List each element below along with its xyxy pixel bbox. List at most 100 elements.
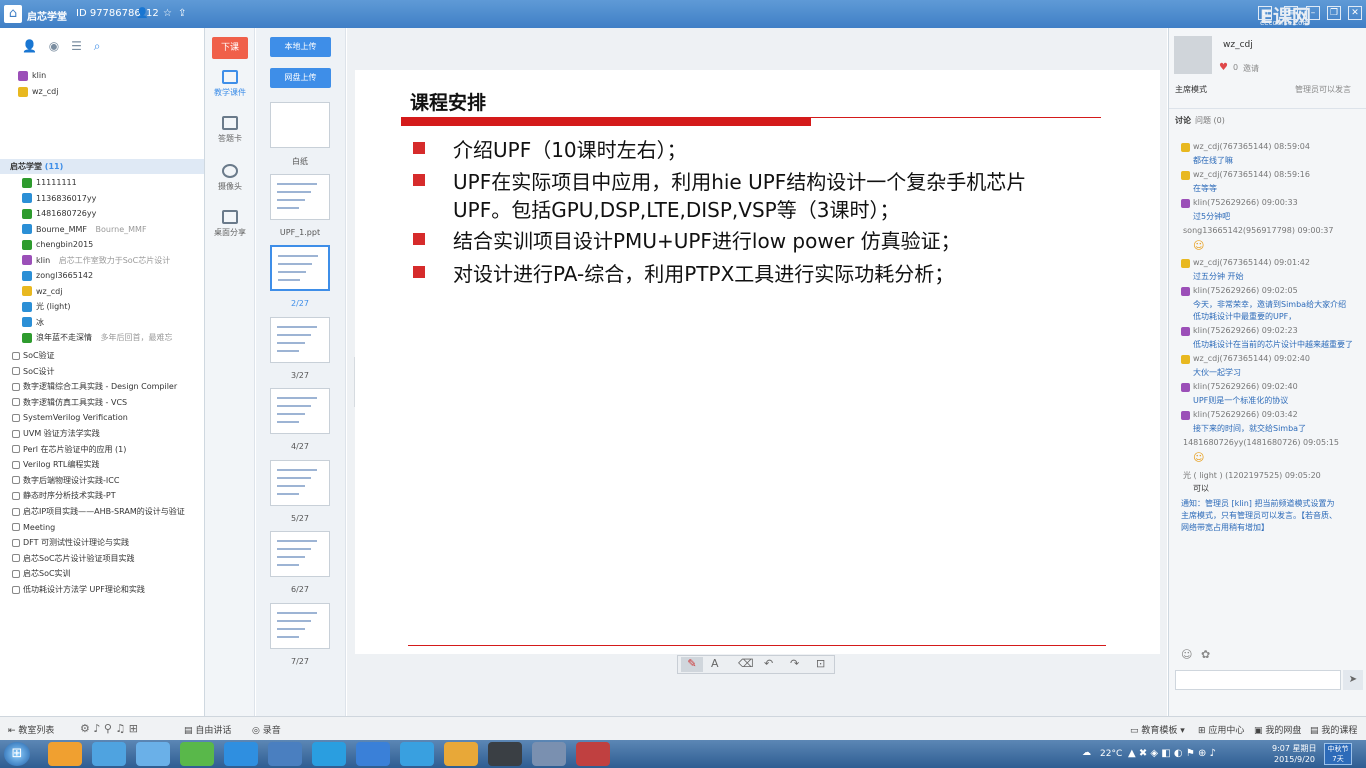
- member-row[interactable]: 11111111: [0, 175, 204, 190]
- slide-thumbnail[interactable]: [270, 316, 330, 363]
- channel-item[interactable]: DFT 可测试性设计理论与实践: [0, 535, 204, 550]
- local-upload-button[interactable]: 本地上传: [270, 37, 331, 57]
- channel-item[interactable]: 数字后端物理设计实践-ICC: [0, 473, 204, 488]
- emoji-icon[interactable]: ☺: [1181, 648, 1192, 661]
- heart-icon[interactable]: ♥: [1219, 62, 1228, 73]
- message-header: klin(752629266) 09:02:05: [1193, 286, 1298, 295]
- list-icon[interactable]: ☰: [71, 39, 82, 53]
- slide-thumbnail[interactable]: [270, 388, 330, 434]
- channel-item[interactable]: 数字逻辑综合工具实践 - Design Compiler: [0, 379, 204, 394]
- slide-thumbnail[interactable]: [270, 602, 330, 649]
- restore-icon[interactable]: ❐: [1327, 6, 1341, 20]
- member-row[interactable]: 冰: [0, 315, 204, 330]
- desktop-share-tool[interactable]: 桌面分享: [205, 210, 255, 238]
- netdisk-button[interactable]: ▣ 我的网盘: [1254, 723, 1301, 736]
- slide-thumbnail[interactable]: [270, 173, 330, 220]
- member-row[interactable]: klin 启芯工作室致力于SoC芯片设计: [0, 253, 204, 268]
- calendar-badge[interactable]: 中秋节 7天: [1324, 743, 1352, 765]
- app-center-button[interactable]: ⊞ 应用中心: [1198, 723, 1244, 736]
- member-row[interactable]: zongl3665142: [0, 268, 204, 283]
- mode-select[interactable]: 主席模式: [1175, 84, 1207, 95]
- slide-thumbnail[interactable]: [270, 102, 330, 148]
- flower-icon[interactable]: ✿: [1201, 648, 1210, 661]
- tab-question[interactable]: 问题 (0): [1195, 115, 1225, 126]
- menu-icon[interactable]: ≡: [1284, 6, 1298, 20]
- free-speech-button[interactable]: ▤ 自由讲话: [184, 723, 231, 736]
- app-icon[interactable]: [576, 742, 610, 766]
- app-icon[interactable]: [488, 742, 522, 766]
- app-icon[interactable]: [444, 742, 478, 766]
- send-icon[interactable]: ➤: [1343, 670, 1363, 690]
- channel-item[interactable]: 启芯SoC实训: [0, 566, 204, 581]
- avatar[interactable]: [1174, 36, 1212, 74]
- channel-item[interactable]: UVM 验证方法学实践: [0, 426, 204, 441]
- eraser-icon[interactable]: ⌫: [738, 657, 754, 670]
- home-icon[interactable]: ⌂: [4, 5, 22, 23]
- channel-item[interactable]: SoC验证: [0, 348, 204, 363]
- channel-item[interactable]: Perl 在芯片验证中的应用 (1): [0, 442, 204, 457]
- text-icon[interactable]: A: [711, 657, 719, 670]
- tab-discuss[interactable]: 讨论: [1175, 115, 1191, 126]
- record-button[interactable]: ◎ 录音: [252, 723, 281, 736]
- room-list-button[interactable]: ⇤ 教室列表: [8, 723, 54, 736]
- audio-controls[interactable]: ⚙ ♪ ⚲ ♫ ⊞: [80, 722, 138, 735]
- app-icon[interactable]: [400, 742, 434, 766]
- location-icon[interactable]: ◉: [49, 39, 59, 53]
- member-row[interactable]: 1481680726yy: [0, 206, 204, 221]
- channel-item[interactable]: 启芯SoC芯片设计验证项目实践: [0, 551, 204, 566]
- my-course-button[interactable]: ▤ 我的课程: [1310, 723, 1357, 736]
- app-icon[interactable]: [356, 742, 390, 766]
- share-icon[interactable]: ⇪: [178, 8, 186, 19]
- redo-icon[interactable]: ↷: [790, 657, 799, 670]
- channel-item[interactable]: 静态时序分析技术实践-PT: [0, 488, 204, 503]
- weather-icon[interactable]: ☁: [1082, 748, 1091, 758]
- channel-item[interactable]: 数字逻辑仿真工具实践 - VCS: [0, 395, 204, 410]
- top-user-row[interactable]: wz_cdj: [0, 84, 204, 99]
- member-row[interactable]: wz_cdj: [0, 284, 204, 299]
- undo-icon[interactable]: ↶: [764, 657, 773, 670]
- app-icon[interactable]: [92, 742, 126, 766]
- user-icon[interactable]: 👤: [22, 39, 37, 53]
- close-icon[interactable]: ✕: [1348, 6, 1362, 20]
- app-icon[interactable]: [180, 742, 214, 766]
- top-user-row[interactable]: klin: [0, 68, 204, 83]
- template-button[interactable]: ▭ 教育模板 ▾: [1130, 723, 1185, 736]
- skin-icon[interactable]: ▫: [1258, 6, 1272, 20]
- channel-item[interactable]: Verilog RTL编程实践: [0, 457, 204, 472]
- app-icon[interactable]: [136, 742, 170, 766]
- pen-icon[interactable]: ✎: [681, 657, 703, 672]
- app-icon[interactable]: [312, 742, 346, 766]
- member-row[interactable]: Bourne_MMF Bourne_MMF: [0, 222, 204, 237]
- answer-card-tool[interactable]: 答题卡: [205, 116, 255, 144]
- member-row[interactable]: 1136836017yy: [0, 191, 204, 206]
- channel-item[interactable]: 低功耗设计方法学 UPF理论和实践: [0, 582, 204, 597]
- slide-thumbnail[interactable]: [270, 459, 330, 506]
- channel-root[interactable]: 启芯学堂 (11): [0, 159, 204, 174]
- camera-tool[interactable]: 摄像头: [205, 164, 255, 192]
- slide-thumbnail[interactable]: [270, 531, 330, 577]
- star-icon[interactable]: ☆: [163, 8, 172, 19]
- chat-input[interactable]: [1175, 670, 1341, 690]
- app-icon[interactable]: [532, 742, 566, 766]
- search-icon[interactable]: ⌕: [94, 39, 101, 53]
- invite-link[interactable]: 邀请: [1243, 63, 1259, 74]
- app-icon[interactable]: [48, 742, 82, 766]
- slide-thumbnail[interactable]: [270, 245, 330, 291]
- channel-item[interactable]: Meeting: [0, 520, 204, 535]
- member-row[interactable]: 光 (light): [0, 299, 204, 314]
- channel-item[interactable]: 启芯IP项目实践——AHB-SRAM的设计与验证: [0, 504, 204, 519]
- lock-icon[interactable]: ⊡: [816, 657, 825, 670]
- start-icon[interactable]: ⊞: [4, 742, 30, 766]
- member-row[interactable]: 浪年蓝不走深情 多年后回首，最难忘: [0, 330, 204, 345]
- netdisk-upload-button[interactable]: 网盘上传: [270, 68, 331, 88]
- member-row[interactable]: chengbin2015: [0, 237, 204, 252]
- tray-icons[interactable]: ▲ ✖ ◈ ◧ ◐ ⚑ ⊕ ♪: [1128, 748, 1216, 759]
- courseware-tool[interactable]: 教学课件: [205, 70, 255, 98]
- ie-icon[interactable]: [224, 742, 258, 766]
- message-text: 在等等: [1193, 184, 1217, 193]
- channel-item[interactable]: SoC设计: [0, 364, 204, 379]
- app-icon[interactable]: [268, 742, 302, 766]
- minimize-icon[interactable]: –: [1306, 6, 1320, 20]
- end-class-button[interactable]: 下课: [212, 37, 248, 59]
- channel-item[interactable]: SystemVerilog Verification: [0, 410, 204, 425]
